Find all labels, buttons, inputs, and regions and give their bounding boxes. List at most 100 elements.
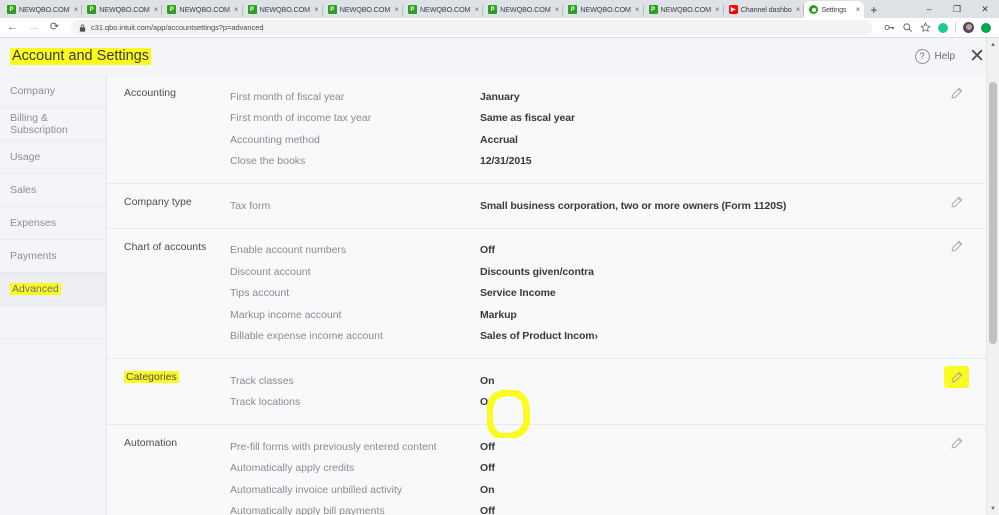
settings-row: Automatically apply creditsOff [230,458,999,480]
extension-icon[interactable] [981,23,991,33]
pencil-icon[interactable] [948,369,964,385]
window-close-button[interactable]: ✕ [971,0,999,18]
page-header: Account and Settings ? Help ✕ [0,38,999,75]
window-controls: – ❐ ✕ [915,0,999,18]
browser-tab[interactable]: PNEWQBO.COM× [323,1,403,18]
toolbar-divider [955,22,956,33]
tab-close-icon[interactable]: × [634,6,641,14]
scrollbar-up-arrow[interactable]: ▲ [987,38,999,51]
sidebar-item-label: Sales [10,184,36,196]
settings-row: Tax formSmall business corporation, two … [230,195,999,217]
settings-row-label: Track classes [230,375,480,387]
window-minimize-button[interactable]: – [915,0,943,18]
settings-row: Track classesOn [230,370,999,392]
browser-tab[interactable]: ▶Channel dashbo× [724,1,805,18]
sidebar-item-advanced[interactable]: Advanced [0,273,106,306]
page-scrollbar[interactable]: ▲ ▼ [986,38,999,515]
browser-tab[interactable]: PNEWQBO.COM× [243,1,323,18]
browser-tab-title: NEWQBO.COM [580,5,631,14]
settings-row-value: On [480,375,494,387]
address-url-text: c31.qbo.intuit.com/app/accountsettings?p… [91,23,263,32]
browser-toolbar: ← → ⟳ c31.qbo.intuit.com/app/accountsett… [0,18,999,38]
browser-tab[interactable]: PNEWQBO.COM× [2,1,82,18]
browser-tab[interactable]: PNEWQBO.COM× [162,1,242,18]
tab-close-icon[interactable]: × [313,6,320,14]
sidebar-item-billing-subscription[interactable]: Billing & Subscription [0,108,106,141]
settings-row: Pre-fill forms with previously entered c… [230,436,999,458]
sidebar-item-company[interactable]: Company [0,75,106,108]
qbo-icon: P [7,5,16,14]
profile-avatar[interactable] [963,22,974,33]
settings-section: AutomationPre-fill forms with previously… [107,425,999,515]
section-rows: First month of fiscal yearJanuaryFirst m… [230,86,999,172]
sidebar-item-expenses[interactable]: Expenses [0,207,106,240]
settings-row-label: Billable expense income account [230,330,480,342]
tab-close-icon[interactable]: × [795,6,802,14]
browser-tab[interactable]: PNEWQBO.COM× [403,1,483,18]
tab-close-icon[interactable]: × [153,6,160,14]
section-rows: Enable account numbersOffDiscount accoun… [230,240,999,348]
pencil-icon[interactable] [948,239,964,255]
section-label-text: Chart of accounts [124,241,206,253]
browser-tab[interactable]: PNEWQBO.COM× [82,1,162,18]
scrollbar-down-arrow[interactable]: ▼ [987,502,999,515]
settings-row-value: Sales of Product Incom› [480,330,598,342]
new-tab-button[interactable]: + [864,4,883,16]
sidebar-item-label: Payments [10,250,57,262]
qbo-icon: P [568,5,577,14]
tab-close-icon[interactable]: × [855,6,862,14]
qbo-icon: P [649,5,658,14]
tab-close-icon[interactable]: × [714,6,721,14]
browser-tab-title: NEWQBO.COM [420,5,471,14]
scrollbar-thumb[interactable] [989,82,997,344]
browser-tab[interactable]: PNEWQBO.COM× [563,1,643,18]
qbo-icon: P [328,5,337,14]
tab-close-icon[interactable]: × [233,6,240,14]
sidebar-item-sales[interactable]: Sales [0,174,106,207]
qbo-icon: P [87,5,96,14]
section-label-text: Company type [124,196,192,208]
settings-row: First month of fiscal yearJanuary [230,86,999,108]
pencil-icon[interactable] [948,85,964,101]
grammarly-extension-icon[interactable] [938,23,948,33]
back-button[interactable]: ← [6,22,19,33]
sidebar-item-usage[interactable]: Usage [0,141,106,174]
qbo-icon: P [488,5,497,14]
tab-close-icon[interactable]: × [393,6,400,14]
address-bar[interactable]: c31.qbo.intuit.com/app/accountsettings?p… [71,20,872,35]
tab-close-icon[interactable]: × [73,6,80,14]
settings-row: Discount accountDiscounts given/contra [230,261,999,283]
browser-tab[interactable]: PNEWQBO.COM× [483,1,563,18]
settings-section: AccountingFirst month of fiscal yearJanu… [107,75,999,184]
forward-button[interactable]: → [27,22,40,33]
help-button[interactable]: ? Help [915,49,956,64]
settings-row-value: On [480,396,494,408]
bookmark-star-icon[interactable] [920,22,931,33]
window-maximize-button[interactable]: ❐ [943,0,971,18]
tab-close-icon[interactable]: × [554,6,561,14]
key-icon[interactable] [884,22,895,33]
settings-row: Accounting methodAccrual [230,129,999,151]
account-settings-page: Account and Settings ? Help ✕ CompanyBil… [0,38,999,515]
settings-row-label: Track locations [230,396,480,408]
browser-tab-title: NEWQBO.COM [99,5,150,14]
browser-tab-title: Settings [821,5,851,14]
close-icon[interactable]: ✕ [969,47,985,66]
qbo-icon: P [408,5,417,14]
sidebar-item-payments[interactable]: Payments [0,240,106,273]
pencil-icon[interactable] [948,194,964,210]
zoom-search-icon[interactable] [902,22,913,33]
settings-section: Company type Tax formSmall business corpo… [107,184,999,229]
browser-tab-title: NEWQBO.COM [179,5,230,14]
settings-row-label: Markup income account [230,309,480,321]
browser-tab-title: NEWQBO.COM [500,5,551,14]
toolbar-icons [884,22,993,33]
browser-tab[interactable]: PNEWQBO.COM× [644,1,724,18]
settings-row-label: Discount account [230,266,480,278]
browser-tab[interactable]: Settings × [804,1,864,18]
tab-close-icon[interactable]: × [473,6,480,14]
sidebar-item-label: Advanced [10,283,61,295]
pencil-icon[interactable] [948,435,964,451]
reload-button[interactable]: ⟳ [48,22,61,33]
settings-row-label: Tips account [230,287,480,299]
